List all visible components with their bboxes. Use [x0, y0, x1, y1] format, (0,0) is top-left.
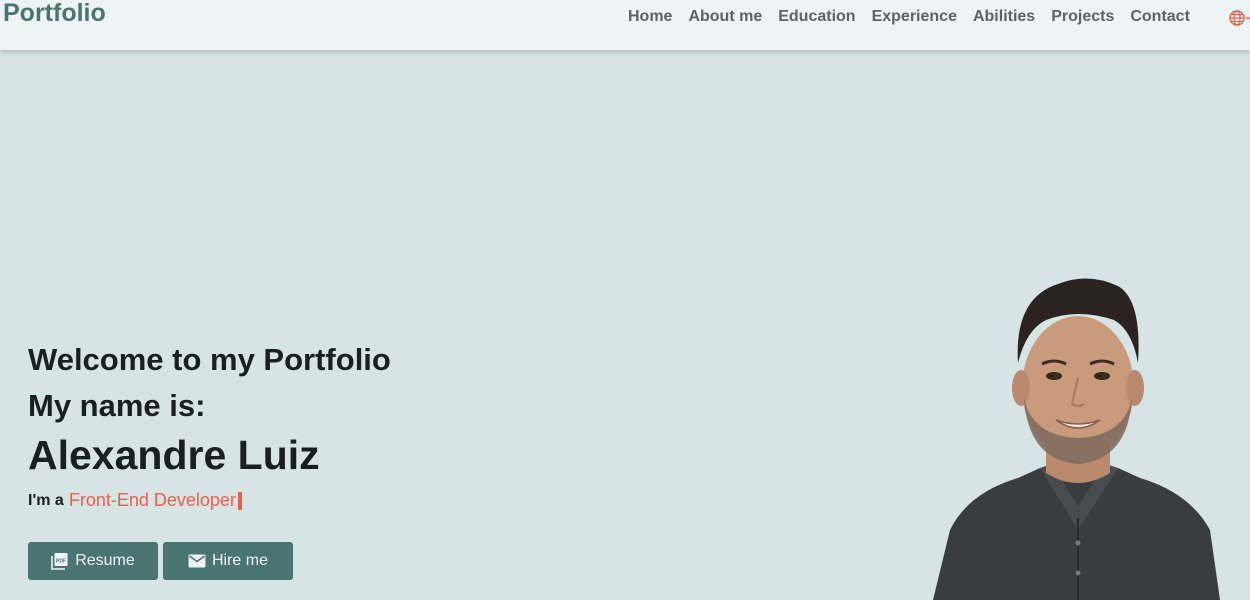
welcome-heading: Welcome to my Portfolio [28, 342, 391, 377]
hire-me-button[interactable]: Hire me [163, 542, 293, 580]
top-navbar: Portfolio Home About me Education Experi… [0, 0, 1250, 50]
name-label-heading: My name is: [28, 388, 206, 423]
nav-item-education[interactable]: Education [770, 7, 863, 27]
role-typewriter: Front-End Developer [68, 490, 236, 510]
svg-text:PDF: PDF [56, 559, 66, 565]
hire-me-label: Hire me [211, 552, 268, 569]
nav-item-experience[interactable]: Experience [864, 7, 965, 27]
resume-label: Resume [75, 552, 135, 569]
brand-logo[interactable]: Portfolio [3, 0, 106, 28]
globe-icon[interactable] [1228, 9, 1250, 27]
nav-item-home[interactable]: Home [620, 7, 680, 27]
typing-cursor [237, 491, 242, 510]
mail-icon [188, 554, 206, 568]
pdf-icon: PDF [51, 552, 69, 570]
nav-links: Home About me Education Experience Abili… [620, 7, 1198, 27]
tagline-prefix: I'm a [28, 491, 64, 509]
nav-item-projects[interactable]: Projects [1043, 7, 1122, 27]
tagline: I'm a Front-End Developer [28, 490, 391, 511]
resume-button[interactable]: PDF Resume [28, 542, 158, 580]
nav-item-abilities[interactable]: Abilities [965, 7, 1043, 27]
name-heading: Alexandre Luiz [28, 432, 320, 478]
hero-buttons: PDF Resume Hire me [28, 542, 293, 580]
hero-section: Welcome to my Portfolio My name is: Alex… [28, 340, 391, 511]
nav-item-contact[interactable]: Contact [1122, 7, 1198, 27]
profile-photo [928, 268, 1228, 600]
nav-item-about[interactable]: About me [680, 7, 770, 27]
